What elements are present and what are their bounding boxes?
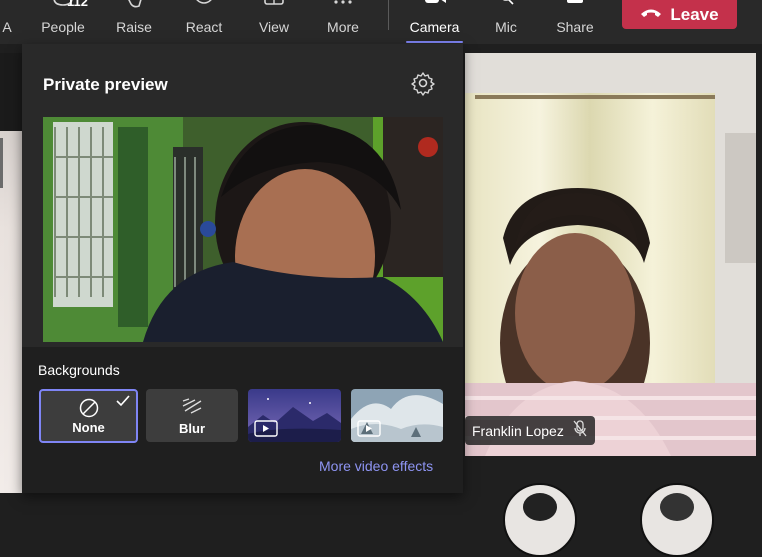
leave-label: Leave [670, 4, 719, 24]
people-label: People [41, 19, 85, 35]
background-option-mountain[interactable] [248, 389, 341, 442]
background-option-none[interactable]: None [39, 389, 138, 443]
partial-tile-shadow [0, 53, 22, 131]
background-option-blur[interactable]: Blur [146, 389, 238, 442]
participant-name: Franklin Lopez [472, 422, 564, 439]
partial-tile-edge [0, 138, 3, 188]
mic-off-icon [495, 0, 517, 17]
video-icon [357, 420, 381, 442]
toolbar-item-partial-label: A [2, 19, 12, 35]
react-label: React [185, 19, 223, 35]
meeting-toolbar: A 112 People Raise React View More Camer… [0, 0, 762, 44]
panel-title: Private preview [43, 75, 168, 94]
blur-icon [181, 397, 203, 420]
camera-icon [422, 0, 448, 17]
more-label: More [327, 19, 359, 35]
mic-label: Mic [495, 19, 517, 35]
camera-button[interactable]: Camera [406, 0, 463, 44]
people-button[interactable]: 112 People [37, 0, 89, 44]
toolbar-divider [388, 0, 389, 30]
share-button[interactable]: Share [556, 0, 594, 44]
private-preview-panel: Private preview Backgrounds None Blur Mo… [22, 44, 463, 493]
raise-hand-icon [123, 0, 145, 17]
participant-thumbnails [465, 456, 762, 557]
react-icon [192, 0, 216, 17]
leave-button[interactable]: Leave [622, 0, 737, 29]
participant-video-image [465, 53, 756, 456]
toolbar-item-partial[interactable]: A [0, 0, 14, 44]
participant-thumbnail[interactable] [503, 483, 577, 557]
check-icon [115, 394, 131, 413]
self-video-preview [43, 117, 443, 342]
background-option-blur-label: Blur [179, 421, 205, 436]
mic-off-icon [573, 419, 587, 442]
backgrounds-label: Backgrounds [38, 362, 120, 378]
view-button[interactable]: View [256, 0, 292, 44]
self-video-image [43, 117, 443, 342]
camera-active-indicator [406, 41, 463, 43]
raise-label: Raise [116, 19, 152, 35]
more-button[interactable]: More [324, 0, 362, 44]
participant-video[interactable] [465, 53, 756, 456]
view-label: View [258, 19, 290, 35]
more-icon [331, 0, 355, 17]
raise-button[interactable]: Raise [114, 0, 154, 44]
video-icon [254, 420, 278, 442]
background-option-none-label: None [72, 420, 105, 435]
view-icon [263, 0, 285, 17]
people-count: 112 [67, 0, 88, 9]
phone-hangup-icon [640, 6, 662, 24]
share-label: Share [556, 19, 594, 35]
more-video-effects-link[interactable]: More video effects [319, 458, 433, 474]
partial-video-tile [0, 53, 22, 493]
background-option-snow[interactable] [351, 389, 443, 442]
gear-icon[interactable] [410, 70, 436, 96]
mic-button[interactable]: Mic [491, 0, 521, 44]
participant-thumbnail[interactable] [640, 483, 714, 557]
react-button[interactable]: React [184, 0, 224, 44]
backgrounds-section: Backgrounds None Blur More video effects [22, 347, 463, 493]
participant-name-tag: Franklin Lopez [465, 416, 595, 445]
share-icon [564, 0, 586, 17]
